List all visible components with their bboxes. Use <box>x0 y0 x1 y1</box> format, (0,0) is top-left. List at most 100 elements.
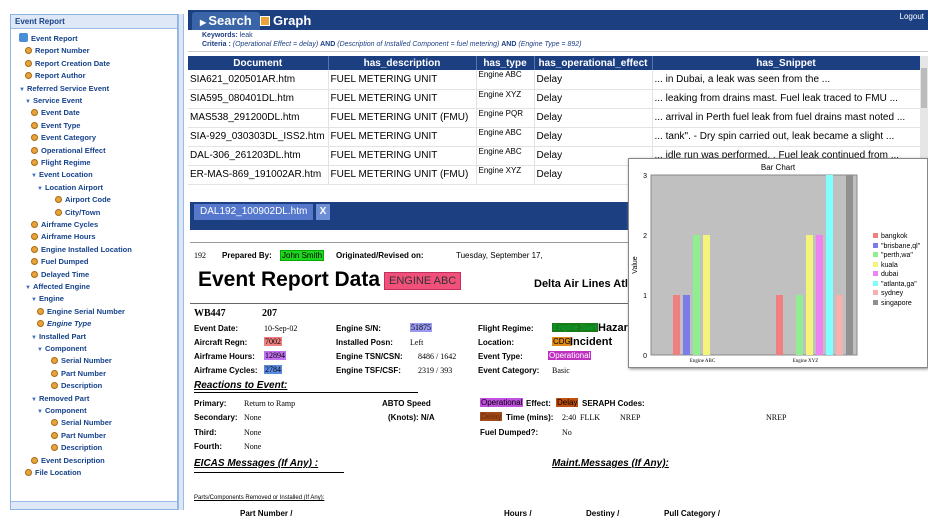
nrep-code-1: NREP <box>620 413 641 422</box>
event-date-value: 10-Sep-02 <box>264 324 298 333</box>
tree-node[interactable]: Serial Number <box>51 417 112 428</box>
tree-node[interactable]: Description <box>51 442 102 453</box>
bar <box>826 175 833 355</box>
tree-node[interactable]: Part Number <box>51 368 106 379</box>
tree-node-label: Airframe Hours <box>41 232 96 242</box>
tree-node[interactable]: Report Number <box>25 45 90 56</box>
tab-graph[interactable]: Graph <box>252 12 319 30</box>
tree-node[interactable]: Event Type <box>31 120 80 131</box>
bar-chart-popup[interactable]: Bar Chart 0 1 2 3 Value Engine ABC Engine XYZ … <box>628 158 928 368</box>
leaf-node-icon <box>37 320 44 328</box>
tree-node[interactable]: ▼ Removed Part <box>31 393 89 404</box>
tree-node[interactable]: Engine Type <box>37 318 91 329</box>
primary-value: Return to Ramp <box>244 399 296 408</box>
nrep-code-2: NREP <box>766 413 787 422</box>
tree-node[interactable]: Event Category <box>31 132 96 143</box>
leaf-node-icon <box>31 134 38 142</box>
tree-node[interactable]: ▼ Referred Service Event <box>19 83 109 94</box>
tree-horizontal-scrollbar[interactable] <box>11 501 177 509</box>
tree-node[interactable]: Airframe Hours <box>31 231 96 242</box>
tree-node[interactable]: Engine Installed Location <box>31 244 132 255</box>
legend-label: "brisbane,ql" <box>881 242 921 250</box>
table-cell: Engine ABC <box>476 70 535 90</box>
legend-item: "atlanta,ga" <box>873 280 917 288</box>
tree-node[interactable]: Serial Number <box>51 355 112 366</box>
tree-node[interactable]: Airport Code <box>55 194 111 205</box>
tree-node[interactable]: Report Author <box>25 70 86 81</box>
delay-highlight: Delay <box>480 412 503 421</box>
keywords-value: leak <box>239 32 253 39</box>
leaf-node-icon <box>25 59 32 67</box>
tree-node[interactable]: Airframe Cycles <box>31 219 98 230</box>
tree-node[interactable]: Report Creation Date <box>25 58 110 69</box>
leaf-node-icon <box>31 146 38 154</box>
tree-node[interactable]: ▼ Event Location <box>31 169 93 180</box>
tree-node-label: File Location <box>35 468 82 477</box>
tab-search-label: Search <box>208 13 252 28</box>
tree-node[interactable]: ▼ Component <box>37 343 87 354</box>
table-cell: Delay <box>534 89 653 109</box>
leaf-node-icon <box>25 469 32 476</box>
tree-node-label: Removed Part <box>38 393 90 403</box>
flight-regime-label: Flight Regime: <box>478 324 534 333</box>
top-tab-bar: ▶ Search Graph Logout <box>188 10 928 30</box>
expand-arrow-icon: ▼ <box>31 297 37 304</box>
doc-number: 192 <box>194 251 206 260</box>
tree-node-label: Event Date <box>41 108 80 118</box>
table-cell: Engine XYZ <box>476 165 535 185</box>
third-value: None <box>244 428 262 437</box>
tree-node[interactable]: Part Number <box>51 430 106 441</box>
tree-node-label: Airport Code <box>65 195 111 205</box>
tree-node[interactable]: Delayed Time <box>31 269 89 280</box>
legend-swatch <box>873 233 878 238</box>
column-header[interactable]: has_type <box>476 56 535 70</box>
table-cell: FUEL METERING UNIT (FMU) <box>328 108 477 128</box>
airframe-cycles-label: Airframe Cycles: <box>194 366 258 375</box>
grid-scroll-thumb[interactable] <box>921 68 927 108</box>
table-row[interactable]: SIA595_080401DL.htm FUEL METERING UNIT Eng… <box>188 89 920 109</box>
tree-node[interactable]: Fuel Dumped <box>31 256 89 267</box>
tree-node[interactable]: Flight Regime <box>31 157 91 168</box>
fourth-value: None <box>244 442 262 451</box>
tree-node[interactable]: File Location <box>25 467 81 478</box>
tree-node[interactable]: ▼ Component <box>37 405 87 416</box>
table-row[interactable]: SIA-929_030303DL_ISS2.htm FUEL METERING U… <box>188 127 920 147</box>
tree-node[interactable]: ▼ Installed Part <box>31 331 86 342</box>
tree-panel: Event Report Event Report Report Number Re… <box>10 14 178 510</box>
column-header[interactable]: has_operational_effect <box>534 56 653 70</box>
tree-node[interactable]: ▼ Engine <box>31 293 64 304</box>
tree-node[interactable]: Description <box>51 380 102 391</box>
tree-node-label: Event Type <box>41 120 81 130</box>
tree-node[interactable]: ▼ Service Event <box>25 95 82 106</box>
secondary-label: Secondary: <box>194 413 238 422</box>
table-cell: FUEL METERING UNIT <box>328 89 477 109</box>
column-header[interactable]: Document <box>188 56 329 70</box>
column-header[interactable]: has_description <box>328 56 477 70</box>
engine-sn-label: Engine S/N: <box>336 324 381 333</box>
col-hours: Hours / <box>504 509 532 518</box>
tree-node[interactable]: ▼ Affected Engine <box>25 281 90 292</box>
tree-node[interactable]: Event Date <box>31 107 80 118</box>
keywords-label: Keywords: <box>202 32 238 39</box>
document-tab[interactable]: DAL192_100902DL.htm <box>194 204 314 220</box>
tree-node[interactable]: Event Report <box>19 33 78 44</box>
table-row[interactable]: MAS538_291200DL.htm FUEL METERING UNIT (F… <box>188 108 920 128</box>
logout-link[interactable]: Logout <box>900 12 924 21</box>
tree-node[interactable]: Event Description <box>31 455 105 466</box>
tree-node-label: Installed Part <box>38 331 87 341</box>
tree-node[interactable]: City/Town <box>55 207 100 218</box>
table-row[interactable]: SIA621_020501AR.htm FUEL METERING UNIT Eng… <box>188 70 920 90</box>
column-header[interactable]: has_Snippet <box>652 56 920 70</box>
tree-node[interactable]: ▼ Location Airport <box>37 182 103 193</box>
tree-node-label: Event Location <box>38 170 93 180</box>
tree-node[interactable]: Operational Effect <box>31 145 106 156</box>
op-effect-highlight: Operational <box>480 398 524 407</box>
panel-splitter[interactable] <box>178 14 184 510</box>
fuel-dumped-value: No <box>562 428 572 437</box>
criteria-2: (Description of Installed Component = fu… <box>337 41 500 48</box>
tab-search[interactable]: ▶ Search <box>192 12 260 30</box>
legend-label: sydney <box>881 290 904 297</box>
tree-node[interactable]: Engine Serial Number <box>37 306 125 317</box>
close-tab-button[interactable]: X <box>316 204 330 220</box>
leaf-node-icon <box>31 159 38 166</box>
